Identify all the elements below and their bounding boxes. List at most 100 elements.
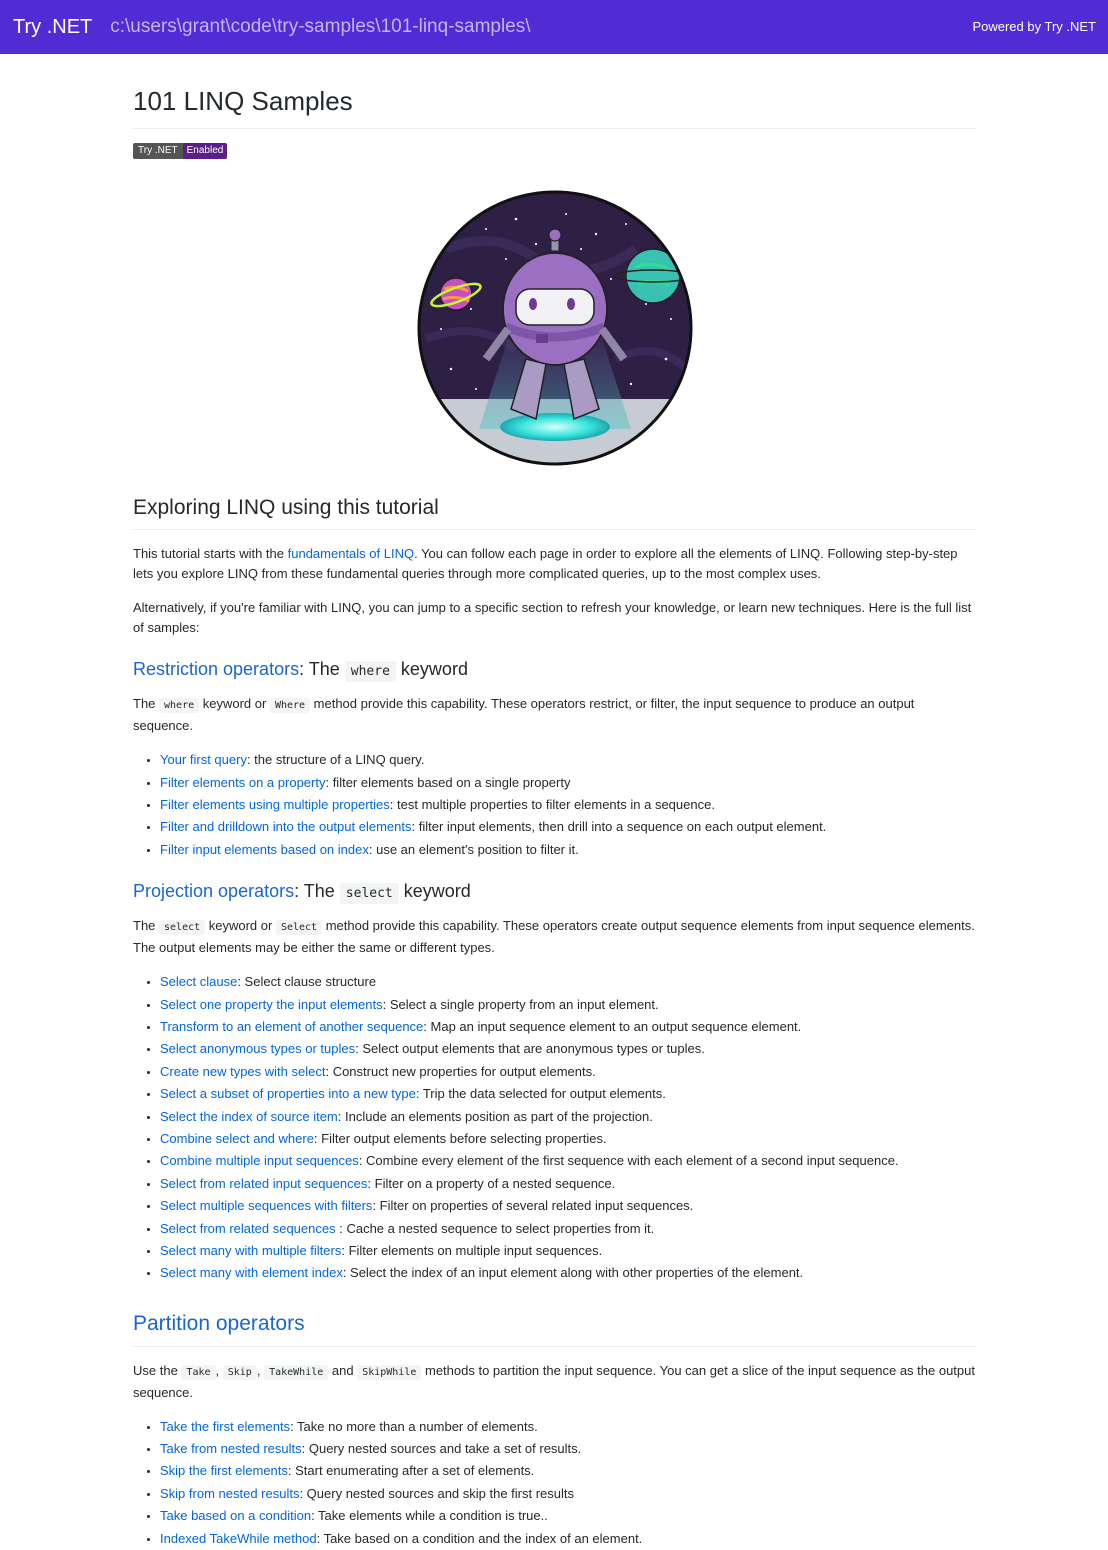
powered-by-link[interactable]: Powered by Try .NET <box>972 19 1096 34</box>
projection-list: Select clause: Select clause structureSe… <box>133 972 976 1283</box>
sample-description: : test multiple properties to filter ele… <box>389 797 715 813</box>
sample-link[interactable]: Indexed TakeWhile method <box>160 1531 317 1546</box>
projection-operators-link[interactable]: Projection operators <box>133 881 294 901</box>
inline-code: Skip <box>222 1364 257 1380</box>
inline-code: where <box>159 698 200 714</box>
inline-code: select <box>159 920 206 936</box>
where-code: where <box>344 660 396 682</box>
heading-text: : The <box>299 658 345 679</box>
sample-description: : Trip the data selected for output elem… <box>415 1086 666 1102</box>
sample-link[interactable]: Select multiple sequences with filters <box>160 1198 372 1213</box>
sample-link[interactable]: Take from nested results <box>160 1441 302 1456</box>
main-content: 101 LINQ Samples Try .NET Enabled Explor… <box>133 54 976 1549</box>
sample-list-item: Filter elements on a property: filter el… <box>160 773 976 793</box>
portal <box>499 412 610 441</box>
sample-description: : Select clause structure <box>237 974 377 990</box>
sample-description: : Take based on a condition and the inde… <box>316 1530 643 1546</box>
desc-text: The <box>133 696 160 712</box>
badge-left: Try .NET <box>133 142 183 159</box>
sample-list-item: Select anonymous types or tuples: Select… <box>160 1039 976 1059</box>
sample-list-item: Skip the first elements: Start enumerati… <box>160 1461 976 1481</box>
heading-text: keyword <box>398 880 471 901</box>
sample-list-item: Select many with element index: Select t… <box>160 1263 976 1283</box>
sample-list-item: Combine multiple input sequences: Combin… <box>160 1151 976 1171</box>
sample-list-item: Take based on a condition: Take elements… <box>160 1506 976 1526</box>
brand-link[interactable]: Try .NET <box>13 16 92 39</box>
sample-description: : Construct new properties for output el… <box>325 1063 596 1079</box>
sample-description: : Filter on properties of several relate… <box>372 1198 694 1214</box>
sample-list-item: Select from related input sequences: Fil… <box>160 1174 976 1194</box>
inline-code: TakeWhile <box>264 1364 329 1380</box>
select-code: select <box>339 882 399 904</box>
sample-link[interactable]: Your first query <box>160 752 247 767</box>
sample-link[interactable]: Skip from nested results <box>160 1486 299 1501</box>
sample-description: : Select a single property from an input… <box>382 996 659 1012</box>
sample-link[interactable]: Filter elements on a property <box>160 775 325 790</box>
sample-link[interactable]: Select many with element index <box>160 1265 343 1280</box>
sample-description: : the structure of a LINQ query. <box>246 752 425 768</box>
sample-link[interactable]: Select anonymous types or tuples <box>160 1041 355 1056</box>
sample-description: : Take elements while a condition is tru… <box>311 1508 548 1524</box>
sample-list-item: Select many with multiple filters: Filte… <box>160 1241 976 1261</box>
intro-text: This tutorial starts with the <box>133 545 288 561</box>
sample-link[interactable]: Select from related input sequences <box>160 1176 367 1191</box>
partition-list: Take the first elements: Take no more th… <box>133 1417 976 1549</box>
badge-right: Enabled <box>182 142 228 159</box>
sample-list-item: Select the index of source item: Include… <box>160 1107 976 1127</box>
fundamentals-link[interactable]: fundamentals of LINQ <box>288 546 414 561</box>
sample-list-item: Indexed TakeWhile method: Take based on … <box>160 1529 976 1549</box>
desc-text: Use the <box>133 1362 182 1378</box>
sample-link[interactable]: Transform to an element of another seque… <box>160 1019 423 1034</box>
sample-link[interactable]: Filter and drilldown into the output ele… <box>160 819 411 834</box>
sample-list-item: Skip from nested results: Query nested s… <box>160 1484 976 1504</box>
sample-link[interactable]: Filter elements using multiple propertie… <box>160 797 390 812</box>
projection-heading: Projection operators: The select keyword <box>133 880 976 904</box>
sample-description: : Select the index of an input element a… <box>342 1265 804 1281</box>
sample-link[interactable]: Select the index of source item <box>160 1109 338 1124</box>
restriction-operators-link[interactable]: Restriction operators <box>133 659 299 679</box>
partition-heading: Partition operators <box>133 1311 976 1347</box>
desc-text: , <box>256 1362 265 1378</box>
inline-code: Where <box>269 698 311 714</box>
sample-link[interactable]: Take based on a condition <box>160 1508 311 1523</box>
sample-list-item: Your first query: the structure of a LIN… <box>160 750 976 770</box>
inline-code: Take <box>181 1364 216 1380</box>
partition-description: Use the Take, Skip, TakeWhile and SkipWh… <box>133 1361 976 1403</box>
sample-link[interactable]: Create new types with select <box>160 1064 325 1079</box>
sample-link[interactable]: Select many with multiple filters <box>160 1243 341 1258</box>
sample-link[interactable]: Select a subset of properties into a new… <box>160 1086 416 1101</box>
restriction-description: The where keyword or Where method provid… <box>133 694 976 736</box>
sample-description: : Filter elements on multiple input sequ… <box>341 1243 603 1258</box>
sample-description: : Query nested sources and take a set of… <box>301 1441 582 1457</box>
sample-link[interactable]: Filter input elements based on index <box>160 842 369 857</box>
restriction-list: Your first query: the structure of a LIN… <box>133 750 976 860</box>
projection-description: The select keyword or Select method prov… <box>133 916 976 958</box>
sample-list-item: Filter elements using multiple propertie… <box>160 795 976 815</box>
top-bar: Try .NET c:\users\grant\code\try-samples… <box>0 0 1108 54</box>
sample-description: : Combine every element of the first seq… <box>358 1153 899 1169</box>
heading-text: keyword <box>395 658 468 679</box>
desc-text: keyword or <box>199 696 270 712</box>
sample-list-item: Take the first elements: Take no more th… <box>160 1417 976 1437</box>
sample-link[interactable]: Combine multiple input sequences <box>160 1153 359 1168</box>
sample-link[interactable]: Skip the first elements <box>160 1463 288 1478</box>
sample-description: : Query nested sources and skip the firs… <box>299 1485 575 1501</box>
sample-description: : Start enumerating after a set of eleme… <box>287 1463 535 1479</box>
sample-link[interactable]: Combine select and where <box>160 1131 314 1146</box>
sample-link[interactable]: Take the first elements <box>160 1419 290 1434</box>
intro-paragraph-2: Alternatively, if you're familiar with L… <box>133 599 972 635</box>
sample-list-item: Filter and drilldown into the output ele… <box>160 817 976 837</box>
sample-list-item: Select clause: Select clause structure <box>160 972 976 992</box>
sample-link[interactable]: Select clause <box>160 974 237 989</box>
section-heading-exploring: Exploring LINQ using this tutorial <box>133 495 976 530</box>
sample-link[interactable]: Select from related sequences <box>160 1221 336 1236</box>
sample-description: : filter input elements, then drill into… <box>411 819 827 835</box>
sample-description: : Take no more than a number of elements… <box>290 1418 538 1434</box>
sample-list-item: Select multiple sequences with filters: … <box>160 1196 976 1216</box>
sample-link[interactable]: Select one property the input elements <box>160 997 383 1012</box>
partition-operators-link[interactable]: Partition operators <box>133 1312 305 1335</box>
sample-list-item: Transform to an element of another seque… <box>160 1017 976 1037</box>
restriction-heading: Restriction operators: The where keyword <box>133 658 976 682</box>
inline-code: SkipWhile <box>357 1364 422 1380</box>
heading-text: : The <box>294 880 340 901</box>
